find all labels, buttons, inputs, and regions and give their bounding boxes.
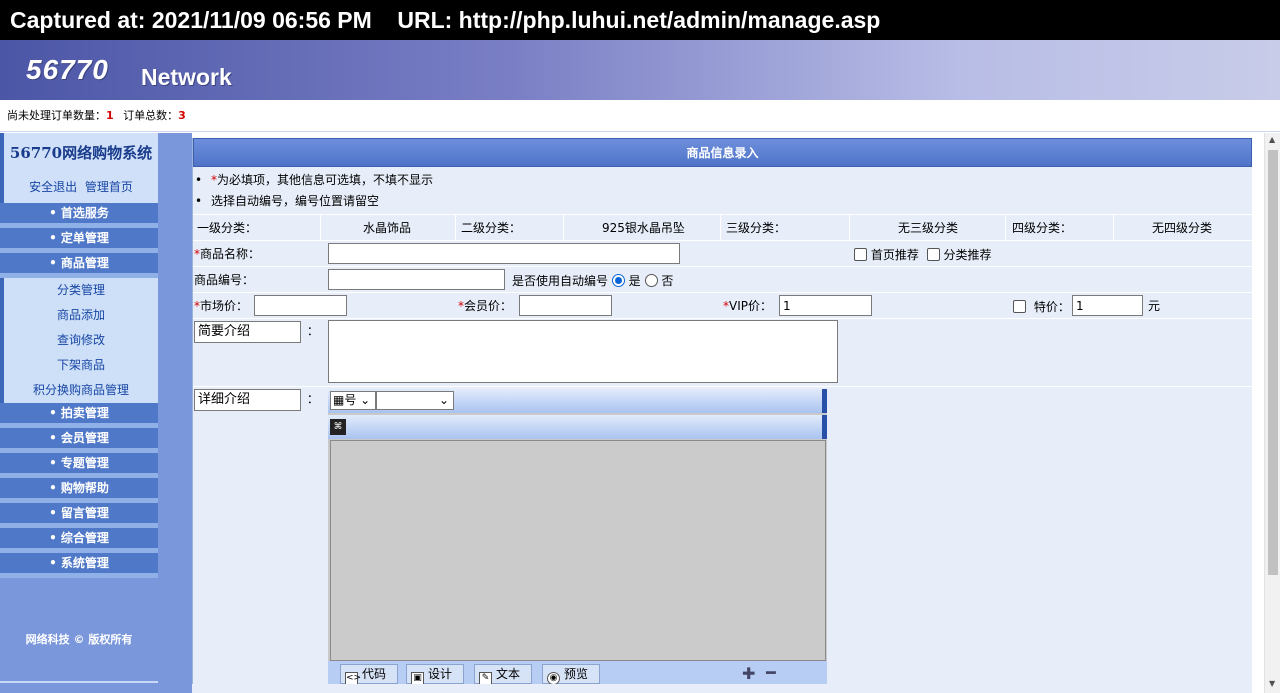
image-icon[interactable]: ⌘ (330, 419, 346, 435)
vip-price-input[interactable] (779, 295, 872, 316)
menu-item-message-management[interactable]: • 留言管理 (0, 503, 158, 528)
editor-toolbar-2: ⌘ (328, 415, 827, 439)
total-orders-label: 订单总数： (123, 109, 179, 122)
cat1-value: 水晶饰品 (363, 221, 412, 235)
scrollbar-thumb[interactable] (1268, 150, 1278, 575)
pending-orders-count: 1 (106, 109, 114, 122)
menu-item-topic-management[interactable]: • 专题管理 (0, 453, 158, 478)
menu-item-general-management[interactable]: • 综合管理 (0, 528, 158, 553)
home-recommend-checkbox[interactable] (854, 248, 867, 261)
product-name-label: 商品名称： (200, 247, 261, 261)
cat2-label: 二级分类： (461, 221, 522, 235)
font-size-select[interactable]: ▦号 ⌄ (330, 391, 376, 410)
font-icon: ▦ (333, 393, 345, 407)
scroll-down-icon[interactable]: ▼ (1269, 679, 1275, 688)
detail-intro-label: 详细介绍 (194, 389, 301, 411)
collapse-icon[interactable]: ━ (766, 663, 776, 682)
editor-toolbar-1: ▦号 ⌄ ⌄ (328, 389, 827, 413)
sidebar-divider (0, 681, 158, 683)
menu-item-member-management[interactable]: • 会员管理 (0, 428, 158, 453)
tab-design[interactable]: ▣ 设计 (406, 664, 464, 685)
home-recommend-label: 首页推荐 (870, 248, 919, 262)
tab-preview[interactable]: ◉ 预览 (542, 664, 600, 685)
form-title: 商品信息录入 (193, 138, 1252, 167)
menu-item-product-management[interactable]: • 商品管理 (0, 253, 158, 278)
sidebar-title: 56770网络购物系统 (0, 133, 158, 173)
site-banner: 56770 Network (0, 40, 1280, 100)
category-row: 一级分类： 水晶饰品 二级分类： 925银水晶吊坠 三级分类： 无三级分类 四级… (193, 214, 1252, 241)
brief-intro-textarea[interactable] (328, 320, 838, 383)
tab-text[interactable]: ✎ 文本 (474, 664, 532, 685)
form-note-autocode: • 选择自动编号，编号位置请留空 (195, 194, 380, 208)
tab-code[interactable]: <>代码 (340, 664, 398, 685)
auto-code-no-label: 否 (661, 274, 674, 288)
brief-intro-row: 简要介绍 ： (193, 318, 1252, 386)
scroll-up-icon[interactable]: ▲ (1269, 135, 1275, 144)
rich-text-editor: ▦号 ⌄ ⌄ ⌘ <>代码 ▣ 设计 ✎ 文本 ◉ 预览 ✚ ━ (328, 389, 827, 687)
editor-content-area[interactable] (330, 440, 826, 661)
menu-item-auction-management[interactable]: • 拍卖管理 (0, 403, 158, 428)
submenu-query-edit[interactable]: 查询修改 (0, 328, 158, 353)
pending-orders-label: 尚未处理订单数量： (7, 109, 106, 122)
site-logo: 56770 (26, 54, 109, 85)
category-recommend-label: 分类推荐 (943, 248, 992, 262)
brief-intro-label: 简要介绍 (194, 321, 301, 343)
total-orders-count: 3 (178, 109, 186, 122)
capture-info-bar: Captured at: 2021/11/09 06:56 PM URL: ht… (0, 0, 1280, 40)
order-status-bar: 尚未处理订单数量：1 订单总数：3 (0, 100, 1280, 132)
sidebar-top-links: 安全退出 管理首页 (0, 173, 158, 203)
cat3-value: 无三级分类 (898, 221, 959, 235)
submenu-add-product[interactable]: 商品添加 (0, 303, 158, 328)
expand-icon[interactable]: ✚ (742, 664, 755, 683)
vip-price-label: VIP价： (729, 299, 772, 313)
currency-unit: 元 (1148, 299, 1161, 313)
form-notes: • *为必填项，其他信息可选填，不填不显示 • 选择自动编号，编号位置请留空 (193, 167, 1252, 214)
cat2-value: 925银水晶吊坠 (602, 221, 685, 235)
menu-item-preferred-service[interactable]: • 首选服务 (0, 203, 158, 228)
admin-home-link[interactable]: 管理首页 (85, 180, 133, 194)
submenu-points-exchange[interactable]: 积分换购商品管理 (0, 378, 158, 403)
price-row: *市场价： *会员价： *VIP价： 特价： 元 (193, 292, 1252, 318)
logout-link[interactable]: 安全退出 (29, 180, 77, 194)
site-logo-word: Network (141, 64, 232, 90)
auto-code-label: 是否使用自动编号 (512, 274, 609, 288)
form-note-required: • *为必填项，其他信息可选填，不填不显示 (195, 173, 434, 187)
product-code-label: 商品编号： (194, 273, 255, 287)
menu-item-system-management[interactable]: • 系统管理 (0, 553, 158, 578)
member-price-label: 会员价： (464, 299, 513, 313)
auto-code-no-radio[interactable] (644, 274, 658, 287)
sidebar-copyright: 网络科技 © 版权所有 (25, 633, 133, 646)
auto-code-yes-radio[interactable] (611, 274, 625, 287)
menu-item-order-management[interactable]: • 定单管理 (0, 228, 158, 253)
cat4-label: 四级分类： (1012, 221, 1073, 235)
product-code-row: 商品编号： 是否使用自动编号 是 否 (193, 266, 1252, 292)
detail-intro-row: 详细介绍 ： ▦号 ⌄ ⌄ ⌘ <>代码 ▣ 设计 ✎ 文本 ◉ 预览 ✚ ━ (193, 386, 1252, 692)
page-scrollbar[interactable]: ▲ ▼ (1264, 133, 1280, 693)
cat1-label: 一级分类： (197, 221, 258, 235)
cat3-label: 三级分类： (726, 221, 787, 235)
product-name-row: *商品名称： 首页推荐 分类推荐 (193, 240, 1252, 266)
cat4-value: 无四级分类 (1152, 221, 1213, 235)
menu-item-shopping-help[interactable]: • 购物帮助 (0, 478, 158, 503)
market-price-input[interactable] (254, 295, 347, 316)
special-price-input[interactable] (1072, 295, 1143, 316)
sidebar: 56770网络购物系统 安全退出 管理首页 • 首选服务 • 定单管理 • 商品… (0, 133, 158, 693)
product-name-input[interactable] (328, 243, 680, 264)
special-price-label: 特价： (1033, 300, 1070, 314)
form-bottom-strip (192, 684, 1252, 693)
product-entry-form: 商品信息录入 • *为必填项，其他信息可选填，不填不显示 • 选择自动编号，编号位置… (192, 138, 1252, 693)
format-select[interactable]: ⌄ (376, 391, 454, 410)
market-price-label: 市场价： (200, 299, 249, 313)
product-code-input[interactable] (328, 269, 505, 290)
special-price-checkbox[interactable] (1013, 300, 1026, 313)
auto-code-yes-label: 是 (628, 274, 641, 288)
category-recommend-checkbox[interactable] (926, 248, 940, 261)
member-price-input[interactable] (519, 295, 612, 316)
sidebar-gap (158, 133, 192, 693)
chevron-down-icon: ⌄ (438, 393, 449, 407)
submenu-category-management[interactable]: 分类管理 (0, 278, 158, 303)
submenu-delisted-products[interactable]: 下架商品 (0, 353, 158, 378)
